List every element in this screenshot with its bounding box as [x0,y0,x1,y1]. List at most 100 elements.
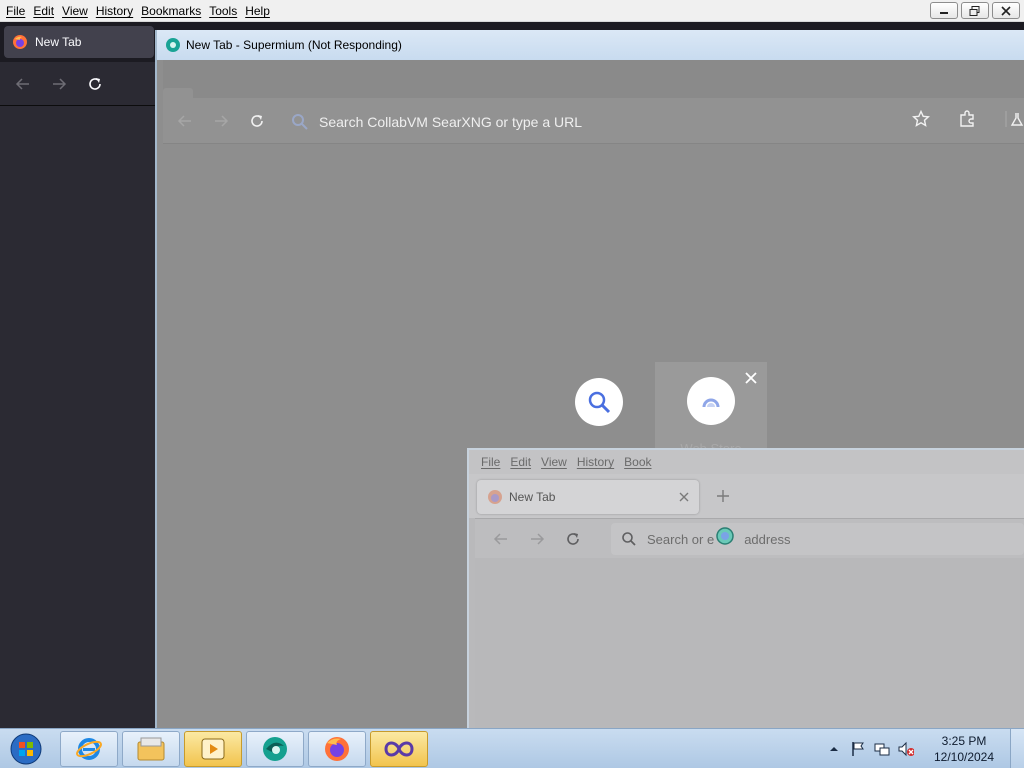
menu-file[interactable]: File [2,4,29,18]
taskbar-visual-studio[interactable] [370,731,428,767]
busy-cursor-icon [716,527,734,545]
omnibox[interactable]: Search CollabVM SearXNG or type a URL [281,106,981,138]
menu-bookmarks[interactable]: Book [624,455,651,469]
show-desktop-button[interactable] [1010,729,1024,768]
reload-button[interactable] [86,75,104,93]
firefox-inner-content [475,558,1024,730]
firefox-icon [325,737,349,761]
media-player-icon [201,738,225,760]
firefox-inner-menubar: File Edit View History Book [469,450,1024,474]
network-icon [874,743,890,756]
reload-icon [567,533,579,545]
supermium-icon [166,38,180,52]
taskbar-file-explorer[interactable] [122,731,180,767]
minimize-button[interactable] [930,2,958,19]
restore-icon [969,5,980,16]
arrow-left-icon [493,533,507,545]
url-placeholder-left: Search or e [647,531,715,547]
back-button[interactable] [175,111,195,131]
visual-studio-icon [384,741,414,757]
shortcut-icon-circle [575,378,623,426]
toolbar-actions [912,110,1024,128]
supermium-icon [263,737,287,761]
supermium-tab[interactable] [163,88,193,98]
arrow-right-icon [53,77,67,90]
menu-edit[interactable]: Edit [29,4,58,18]
remove-shortcut-button[interactable] [743,370,759,386]
menu-file[interactable]: File [481,455,500,469]
menu-view[interactable]: View [541,455,567,469]
firefox-icon [488,490,502,504]
close-button[interactable] [992,2,1020,19]
menu-history[interactable]: History [577,455,614,469]
close-icon [1001,5,1011,16]
forward-button[interactable] [50,75,68,93]
web-store-icon [702,398,720,408]
start-button[interactable] [6,731,46,767]
action-center-icon[interactable] [850,741,866,757]
restore-button[interactable] [961,2,989,19]
firefox-menu: File Edit View History Bookmarks Tools H… [2,0,274,22]
search-icon [588,391,611,414]
show-hidden-icons-button[interactable] [826,741,842,757]
window-controls [930,2,1020,19]
back-button[interactable] [14,75,32,93]
arrow-left-icon [177,115,191,127]
window-title: New Tab - Supermium (Not Responding) [186,38,402,52]
firefox-toolbar [0,62,160,106]
clock-time: 3:25 PM [941,734,987,748]
taskbar-supermium[interactable] [246,731,304,767]
close-icon [745,372,757,384]
firefox-tab-title: New Tab [35,35,82,49]
forward-button[interactable] [211,111,231,131]
close-icon [679,492,689,502]
plus-icon [717,490,729,502]
tab-title: New Tab [509,490,556,504]
reload-icon [251,115,263,127]
firefox-inner-toolbar: Search or e address [475,518,1024,558]
taskbar: 3:25 PM 12/10/2024 [0,728,1024,768]
firefox-tab[interactable]: New Tab [4,26,154,58]
url-bar[interactable]: Search or e address [611,523,1024,555]
minimize-icon [940,11,948,14]
flag-icon [852,742,864,756]
back-button[interactable] [491,529,511,549]
arrow-right-icon [215,115,229,127]
speaker-muted-icon [898,741,914,757]
menu-edit[interactable]: Edit [510,455,531,469]
new-tab-button[interactable] [713,486,733,506]
firefox-inner-tab[interactable]: New Tab [477,480,699,514]
firefox-icon [13,35,27,49]
taskbar-media-player[interactable] [184,731,242,767]
reload-button[interactable] [563,529,583,549]
extensions-icon[interactable] [958,110,976,128]
supermium-titlebar[interactable]: New Tab - Supermium (Not Responding) [157,30,1024,60]
url-placeholder-right: address [744,531,791,547]
firefox-inner-window: File Edit View History Book New Tab Sear… [467,448,1024,730]
reload-button[interactable] [247,111,267,131]
volume-muted-icon[interactable] [898,741,914,757]
system-tray: 3:25 PM 12/10/2024 [822,729,1024,768]
reload-icon [89,77,101,90]
network-icon[interactable] [874,741,890,757]
menu-bookmarks[interactable]: Bookmarks [137,4,205,18]
windows-orb-icon [10,733,42,765]
omnibox-placeholder: Search CollabVM SearXNG or type a URL [319,114,582,130]
star-icon[interactable] [912,110,930,128]
taskbar-internet-explorer[interactable] [60,731,118,767]
clock[interactable]: 3:25 PM 12/10/2024 [918,733,1010,765]
menu-tools[interactable]: Tools [205,4,241,18]
close-tab-button[interactable] [677,490,691,504]
firefox-content [0,106,155,728]
taskbar-firefox[interactable] [308,731,366,767]
search-icon [292,114,308,130]
forward-button[interactable] [527,529,547,549]
arrow-left-icon [15,77,29,90]
supermium-tabstrip [163,60,1024,98]
internet-explorer-icon [76,738,102,760]
menu-help[interactable]: Help [241,4,274,18]
menu-history[interactable]: History [92,4,137,18]
lab-icon[interactable] [1004,110,1024,128]
firefox-menubar: File Edit View History Bookmarks Tools H… [0,0,1024,22]
menu-view[interactable]: View [58,4,92,18]
